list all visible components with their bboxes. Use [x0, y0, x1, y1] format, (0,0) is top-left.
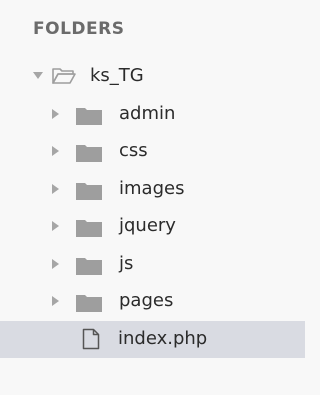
triangle-right-icon[interactable]	[52, 221, 59, 231]
tree-item-label: pages	[119, 290, 174, 311]
tree-item-js[interactable]: js	[0, 246, 305, 284]
triangle-right-icon[interactable]	[52, 183, 59, 194]
folder-tree: ks_TG admin css images jquery js pages i…	[0, 58, 305, 358]
folder-icon	[76, 257, 102, 275]
tree-item-pages[interactable]: pages	[0, 283, 305, 321]
folders-header: FOLDERS	[33, 19, 125, 39]
folder-icon	[76, 295, 102, 312]
tree-item-label: jquery	[119, 215, 176, 236]
tree-item-label: css	[119, 140, 148, 161]
tree-item-label: images	[119, 177, 185, 199]
triangle-right-icon[interactable]	[52, 146, 59, 156]
tree-item-jquery[interactable]: jquery	[0, 208, 305, 246]
tree-item-index-php[interactable]: index.php	[0, 320, 305, 358]
tree-item-images[interactable]: images	[0, 171, 305, 209]
tree-item-css[interactable]: css	[0, 133, 305, 171]
folder-icon	[76, 107, 102, 125]
triangle-right-icon[interactable]	[52, 108, 59, 119]
triangle-right-icon[interactable]	[52, 296, 59, 306]
folder-icon	[76, 145, 102, 162]
folders-sidebar: FOLDERS ks_TG admin css images jquery js…	[0, 0, 305, 395]
tree-root-ks-tg[interactable]: ks_TG	[0, 58, 305, 96]
file-icon	[82, 328, 100, 349]
tree-root-label: ks_TG	[90, 65, 144, 86]
tree-item-label: index.php	[118, 327, 208, 349]
tree-item-label: admin	[119, 102, 176, 124]
folder-icon	[76, 220, 102, 237]
tree-item-label: js	[119, 252, 134, 274]
open-folder-icon	[52, 68, 76, 84]
folder-icon	[76, 182, 102, 200]
tree-item-admin[interactable]: admin	[0, 96, 305, 134]
triangle-right-icon[interactable]	[52, 258, 59, 269]
triangle-down-icon[interactable]	[33, 72, 43, 79]
